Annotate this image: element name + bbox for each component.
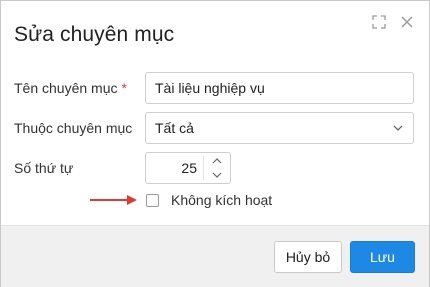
stepper-divider — [203, 156, 204, 180]
category-name-label-text: Tên chuyên mục — [14, 80, 118, 96]
inactive-checkbox[interactable] — [146, 194, 159, 207]
cancel-button[interactable]: Hủy bỏ — [274, 241, 342, 273]
inactive-checkbox-label[interactable]: Không kích hoạt — [171, 191, 272, 209]
required-mark: * — [121, 80, 127, 96]
parent-category-label: Thuộc chuyên mục — [14, 120, 133, 136]
parent-category-select[interactable]: Tất cả — [145, 112, 414, 144]
dialog-title: Sửa chuyên mục — [14, 23, 175, 46]
chevron-down-icon[interactable] — [212, 171, 222, 179]
parent-category-value: Tất cả — [155, 120, 194, 136]
close-icon[interactable] — [400, 15, 414, 29]
category-name-input[interactable]: Tài liệu nghiệp vụ — [145, 72, 414, 104]
order-value: 25 — [181, 160, 197, 176]
save-button[interactable]: Lưu — [350, 241, 415, 273]
dialog-footer: Hủy bỏ Lưu — [1, 225, 429, 287]
expand-icon[interactable] — [372, 15, 386, 29]
chevron-up-icon[interactable] — [212, 157, 222, 165]
category-name-label: Tên chuyên mục * — [14, 79, 127, 97]
chevron-down-icon — [393, 125, 403, 131]
order-stepper[interactable]: 25 — [145, 152, 231, 184]
edit-category-dialog: Sửa chuyên mục Tên chuyên mục * Tài liệu … — [0, 0, 430, 287]
annotation-arrow — [90, 195, 137, 205]
order-label: Số thứ tự — [14, 160, 74, 176]
